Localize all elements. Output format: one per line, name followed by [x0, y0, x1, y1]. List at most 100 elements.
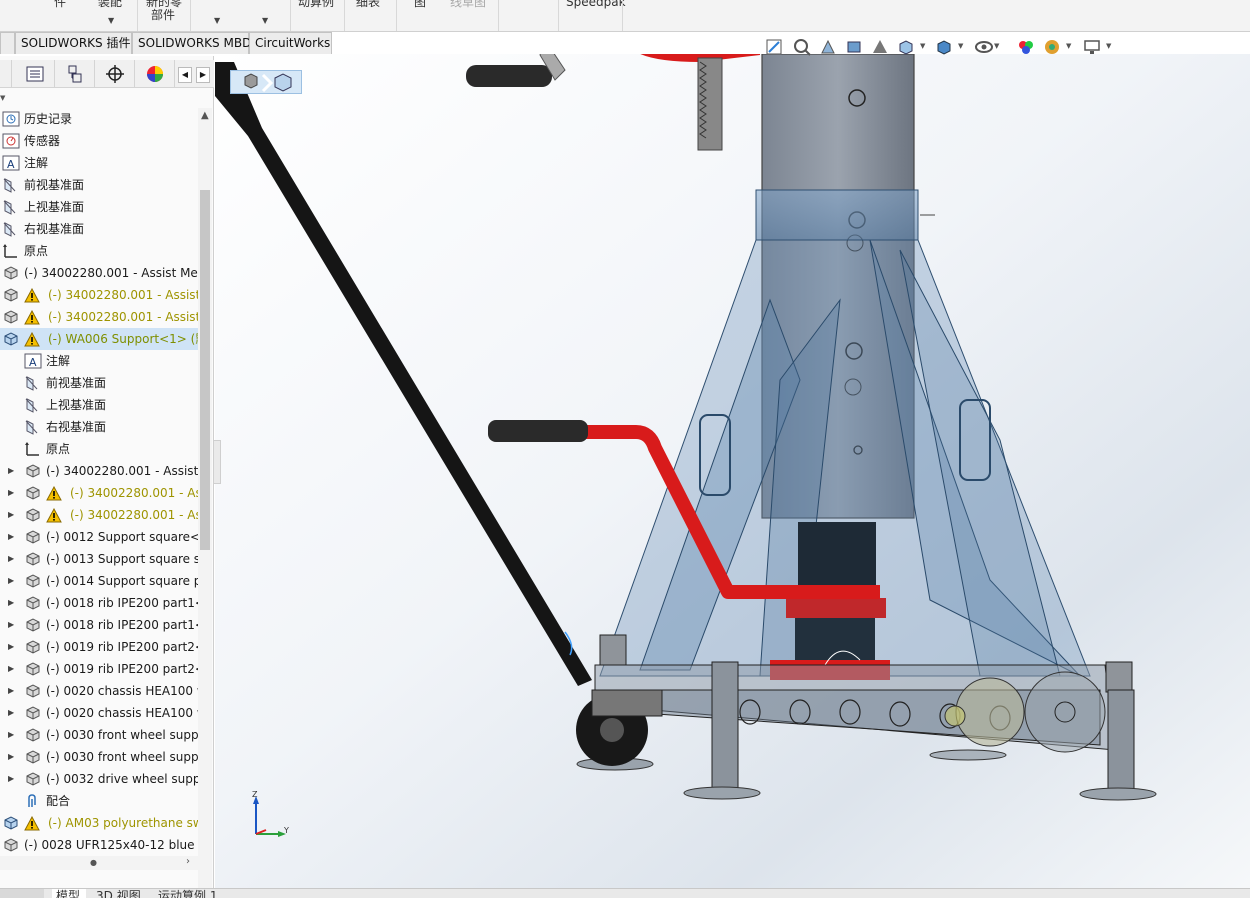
dynamic-annotation-icon[interactable] — [870, 37, 890, 57]
expand-arrow-icon[interactable]: ▶ — [8, 482, 14, 504]
tree-item[interactable]: ▶ (-) 0018 rib IPE200 part1< — [0, 592, 198, 614]
ribbon-item-speedpak[interactable]: Speedpak — [566, 0, 626, 9]
expand-arrow-icon[interactable]: ▶ — [8, 746, 14, 768]
tree-item[interactable]: 前视基准面 — [0, 174, 198, 196]
scroll-right-icon[interactable]: › — [186, 856, 190, 867]
tree-item[interactable]: (-) 0028 UFR125x40-12 blue p — [0, 834, 198, 856]
ribbon-item-explode-sketch[interactable]: 线草图 — [450, 0, 486, 9]
tree-item[interactable]: A 注解 — [0, 350, 198, 372]
tree-item[interactable]: (-) AM03 polyurethane sw — [0, 812, 198, 834]
expand-arrow-icon[interactable]: ▶ — [8, 768, 14, 790]
tree-item[interactable]: 配合 — [0, 790, 198, 812]
tab-3d-view[interactable]: 3D 视图 — [92, 889, 148, 898]
tree-vertical-scrollbar[interactable]: ▲ ▼ — [198, 108, 212, 898]
chevron-down-icon[interactable]: ▼ — [1066, 42, 1071, 50]
view-orientation-icon[interactable] — [896, 37, 916, 57]
tab-display-manager[interactable] — [135, 60, 175, 88]
chevron-down-icon[interactable]: ▼ — [994, 42, 999, 50]
tree-item[interactable]: (-) 34002280.001 - Assist I — [0, 306, 198, 328]
tree-item[interactable]: 前视基准面 — [0, 372, 198, 394]
graphics-area[interactable] — [215, 54, 1250, 888]
scroll-grip-icon[interactable]: ● — [90, 858, 97, 867]
section-view-icon[interactable] — [844, 37, 864, 57]
tab-scroll-right-icon[interactable]: ▶ — [196, 67, 210, 83]
ribbon-item-motion-study[interactable]: 动算例 — [298, 0, 334, 9]
tab-solidworks-mbd[interactable]: SOLIDWORKS MBD — [132, 32, 251, 54]
tree-item[interactable]: ▶ (-) 34002280.001 - Ass — [0, 482, 198, 504]
tree-item[interactable]: 右视基准面 — [0, 416, 198, 438]
tree-item[interactable]: (-) 34002280.001 - Assist Mec — [0, 262, 198, 284]
hide-show-items-icon[interactable] — [974, 37, 994, 57]
tree-item[interactable]: 传感器 — [0, 130, 198, 152]
expand-arrow-icon[interactable]: ▶ — [8, 504, 14, 526]
ribbon-item-component[interactable]: 部件 — [151, 9, 175, 22]
chevron-down-icon[interactable]: ▼ — [958, 42, 963, 50]
tree-item[interactable]: ▶ (-) 0019 rib IPE200 part2< — [0, 658, 198, 680]
expand-arrow-icon[interactable]: ▶ — [8, 680, 14, 702]
ribbon-item-exploded-view[interactable]: 图 — [414, 0, 426, 9]
tab-dimxpert-manager[interactable] — [95, 60, 135, 88]
expand-arrow-icon[interactable]: ▶ — [8, 592, 14, 614]
tree-item[interactable]: 原点 — [0, 240, 198, 262]
edit-appearance-icon[interactable] — [1016, 37, 1036, 57]
selection-breadcrumb[interactable] — [230, 70, 302, 94]
tree-item[interactable]: ▶ (-) 0032 drive wheel suppo — [0, 768, 198, 790]
expand-arrow-icon[interactable]: ▶ — [8, 460, 14, 482]
chevron-down-icon[interactable]: ▼ — [1106, 42, 1111, 50]
tab-motion-study-1[interactable]: 运动算例 1 — [154, 889, 234, 898]
tree-item[interactable]: 历史记录 — [0, 108, 198, 130]
tree-item[interactable]: ▶ (-) 0014 Support square p — [0, 570, 198, 592]
tree-filter-chevron-icon[interactable]: ▼ — [0, 94, 5, 102]
expand-arrow-icon[interactable]: ▶ — [8, 570, 14, 592]
tree-item[interactable]: ▶ (-) 34002280.001 - Assist I — [0, 460, 198, 482]
chevron-down-icon[interactable]: ▼ — [920, 42, 925, 50]
tab-configuration-manager[interactable] — [55, 60, 95, 88]
zoom-area-icon[interactable] — [792, 37, 812, 57]
tree-item[interactable]: (-) 34002280.001 - Assist I — [0, 284, 198, 306]
expand-arrow-icon[interactable]: ▶ — [8, 702, 14, 724]
tab-solidworks-addins[interactable]: SOLIDWORKS 插件 — [15, 32, 132, 54]
tree-item[interactable]: ▶ (-) 0020 chassis HEA100 w — [0, 702, 198, 724]
scrollbar-thumb[interactable] — [200, 190, 210, 550]
scroll-up-icon[interactable]: ▲ — [201, 110, 209, 121]
ribbon-dropdown-icon[interactable]: ▼ — [262, 16, 268, 25]
tree-item[interactable]: ▶ (-) 0012 Support square< — [0, 526, 198, 548]
view-settings-icon[interactable] — [1082, 37, 1102, 57]
expand-arrow-icon[interactable]: ▶ — [8, 526, 14, 548]
tree-item[interactable]: (-) WA006 Support<1> (默 — [0, 328, 198, 350]
zoom-to-fit-icon[interactable] — [764, 37, 784, 57]
tree-item[interactable]: 原点 — [0, 438, 198, 460]
tab-hidden[interactable] — [0, 32, 15, 54]
tree-item[interactable]: ▶ (-) 0019 rib IPE200 part2< — [0, 636, 198, 658]
tree-item[interactable]: 右视基准面 — [0, 218, 198, 240]
previous-view-icon[interactable] — [818, 37, 838, 57]
tree-item[interactable]: 上视基准面 — [0, 394, 198, 416]
expand-arrow-icon[interactable]: ▶ — [8, 658, 14, 680]
ribbon-dropdown-icon[interactable]: ▼ — [108, 16, 114, 25]
apply-scene-icon[interactable] — [1042, 37, 1062, 57]
expand-arrow-icon[interactable]: ▶ — [8, 614, 14, 636]
bottom-tab-nav[interactable] — [0, 889, 44, 898]
expand-arrow-icon[interactable]: ▶ — [8, 636, 14, 658]
tree-item[interactable]: ▶ (-) 0030 front wheel suppo — [0, 724, 198, 746]
tree-item[interactable]: 上视基准面 — [0, 196, 198, 218]
tree-item[interactable]: A 注解 — [0, 152, 198, 174]
expand-arrow-icon[interactable]: ▶ — [8, 548, 14, 570]
tree-item[interactable]: ▶ (-) 34002280.001 - Ass — [0, 504, 198, 526]
ribbon-item-bom[interactable]: 细表 — [356, 0, 380, 9]
tab-scroll-left-icon[interactable]: ◀ — [178, 67, 192, 83]
tree-item[interactable]: ▶ (-) 0030 front wheel suppo — [0, 746, 198, 768]
panel-splitter[interactable] — [213, 440, 221, 484]
tab-property-manager[interactable] — [15, 60, 55, 88]
tree-horizontal-scrollbar[interactable]: › ● — [0, 856, 198, 870]
tab-feature-manager[interactable] — [0, 60, 12, 88]
tab-model[interactable]: 模型 — [52, 889, 86, 898]
ribbon-dropdown-icon[interactable]: ▼ — [214, 16, 220, 25]
ribbon-item-assembly[interactable]: 装配 — [98, 0, 122, 9]
tab-circuitworks[interactable]: CircuitWorks — [249, 32, 332, 54]
expand-arrow-icon[interactable]: ▶ — [8, 724, 14, 746]
tree-item[interactable]: ▶ (-) 0020 chassis HEA100 w — [0, 680, 198, 702]
display-style-icon[interactable] — [934, 37, 954, 57]
tree-item[interactable]: ▶ (-) 0018 rib IPE200 part1< — [0, 614, 198, 636]
ribbon-item-part[interactable]: 件 — [54, 0, 66, 9]
